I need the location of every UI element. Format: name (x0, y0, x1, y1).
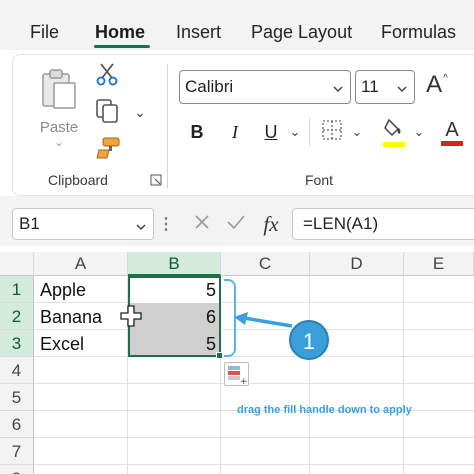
cell-a1[interactable]: Apple (40, 277, 86, 304)
active-tab-indicator (94, 45, 150, 48)
row-header-6[interactable]: 6 (0, 411, 34, 438)
column-header-e[interactable]: E (404, 252, 474, 276)
font-group-label: Font (305, 172, 334, 188)
row-header-5[interactable]: 5 (0, 384, 34, 411)
step-number-badge: 1 (289, 320, 329, 360)
font-color-icon: A (445, 118, 459, 141)
more-options-icon[interactable]: ⋮ (158, 212, 174, 236)
svg-text:+: + (240, 377, 248, 385)
gridline (34, 302, 474, 303)
font-color-swatch (441, 140, 463, 146)
paste-dropdown-icon[interactable]: ⌄ (54, 136, 63, 149)
format-painter-icon (95, 136, 121, 165)
cut-button[interactable] (94, 62, 120, 90)
checkmark-icon (226, 213, 246, 236)
format-painter-button[interactable] (93, 136, 123, 164)
chevron-down-icon[interactable] (135, 218, 147, 238)
ribbon-bottom-gap (0, 196, 474, 206)
cell-a2[interactable]: Banana (40, 304, 102, 331)
gridline (34, 383, 474, 384)
tab-insert[interactable]: Insert (176, 22, 221, 43)
paste-icon (40, 68, 78, 115)
fill-color-dropdown-icon[interactable]: ⌄ (412, 122, 426, 142)
bold-button[interactable]: B (184, 118, 210, 146)
row-header-7[interactable]: 7 (0, 438, 34, 465)
tab-home[interactable]: Home (95, 22, 145, 43)
row-header-1[interactable]: 1 (0, 276, 34, 303)
fill-color-button[interactable] (380, 116, 408, 148)
gridline (403, 276, 404, 474)
grow-font-button[interactable]: A ^ (422, 68, 452, 102)
select-all-corner[interactable] (0, 252, 34, 276)
row-header-2[interactable]: 2 (0, 303, 34, 330)
copy-dropdown-icon[interactable]: ⌄ (132, 102, 148, 122)
tab-formulas[interactable]: Formulas (381, 22, 456, 43)
column-header-a[interactable]: A (34, 252, 128, 276)
borders-dropdown-icon[interactable]: ⌄ (350, 122, 364, 142)
paint-bucket-icon (383, 117, 405, 142)
underline-dropdown-icon[interactable]: ⌄ (288, 122, 302, 142)
cell-b2[interactable]: 6 (160, 304, 216, 331)
auto-fill-options-button[interactable]: + (224, 362, 249, 389)
tab-file[interactable]: File (30, 22, 59, 43)
fill-color-swatch (383, 142, 405, 147)
font-separator (309, 118, 310, 146)
insert-function-button[interactable]: fx (256, 209, 286, 239)
copy-icon (95, 98, 119, 129)
formula-input[interactable]: =LEN(A1) (292, 208, 474, 240)
underline-button[interactable]: U (258, 118, 284, 146)
copy-button[interactable] (92, 98, 122, 128)
column-header-d[interactable]: D (310, 252, 404, 276)
enter-formula-button[interactable] (222, 210, 250, 238)
tab-page-layout[interactable]: Page Layout (251, 22, 352, 43)
group-separator (167, 64, 168, 188)
row-header-3[interactable]: 3 (0, 330, 34, 357)
gridline (34, 464, 474, 465)
paste-button[interactable]: Paste ⌄ (34, 64, 84, 152)
name-box-value: B1 (19, 214, 40, 233)
font-size-combo[interactable]: 11 (355, 70, 415, 104)
cell-b3[interactable]: 5 (160, 331, 216, 358)
font-size-value: 11 (361, 77, 379, 96)
chevron-down-icon (396, 80, 408, 100)
row-header-4[interactable]: 4 (0, 357, 34, 384)
annotation-arrow-icon (234, 312, 293, 328)
gridline (34, 437, 474, 438)
auto-fill-options-icon: + (225, 366, 248, 389)
borders-button[interactable] (318, 118, 346, 146)
dialog-launcher-icon[interactable] (148, 172, 164, 188)
cancel-formula-button[interactable] (188, 210, 216, 238)
font-color-button[interactable]: A (438, 116, 466, 148)
cell-b1[interactable]: 5 (160, 277, 216, 304)
font-name-combo[interactable]: Calibri (179, 70, 351, 104)
grow-font-icon: A (426, 71, 443, 98)
gridline (34, 356, 474, 357)
clipboard-group-label: Clipboard (48, 172, 108, 188)
italic-button[interactable]: I (222, 118, 248, 146)
name-box[interactable]: B1 (12, 208, 154, 240)
row-header-8[interactable]: 8 (0, 465, 34, 474)
cursor-cross-icon (120, 305, 142, 332)
column-header-c[interactable]: C (221, 252, 310, 276)
borders-icon (321, 119, 343, 146)
close-icon (193, 213, 211, 236)
cut-icon (96, 62, 118, 91)
fill-handle[interactable] (216, 352, 223, 359)
column-header-b[interactable]: B (128, 252, 221, 276)
cell-a3[interactable]: Excel (40, 331, 84, 358)
chevron-down-icon (332, 80, 344, 100)
annotation-caption: drag the fill handle down to apply (237, 404, 412, 416)
gridline (309, 276, 310, 474)
menu-bar: File Home Insert Page Layout Formulas (0, 0, 474, 50)
paste-label: Paste (39, 118, 79, 136)
font-name-value: Calibri (185, 77, 234, 96)
